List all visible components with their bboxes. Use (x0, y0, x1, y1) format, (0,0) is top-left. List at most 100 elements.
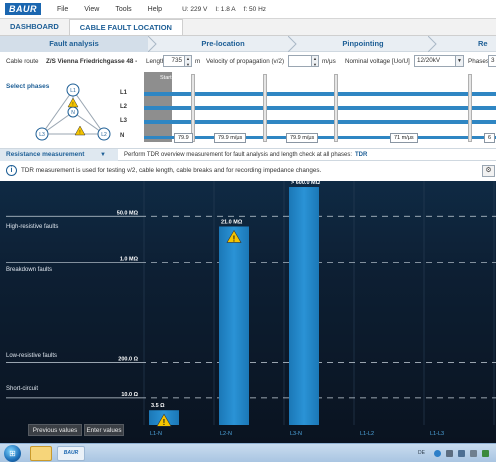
tdr-link[interactable]: TDR (355, 152, 367, 158)
velocity-box-section-3[interactable]: 79.9 m/μs (286, 133, 319, 143)
menu-help[interactable]: Help (148, 6, 162, 13)
step-arrow-2 (288, 36, 297, 52)
threshold-label: 10.0 Ω (121, 392, 138, 398)
resistance-chart-svg: 50.0 MΩ1.0 MΩ200.0 Ω10.0 Ω 3.5 Ω!L1-N21.… (0, 181, 496, 443)
line-label-n: N (120, 133, 125, 139)
help-icon[interactable] (434, 450, 441, 457)
menu-bar: BAUR File View Tools Help U: 229 V I: 1.… (0, 0, 496, 19)
main-tabs: DASHBOARD CABLE FAULT LOCATION (0, 19, 496, 36)
network-icon[interactable] (458, 450, 465, 457)
folder-icon[interactable] (30, 446, 52, 461)
previous-values-button[interactable]: Previous values (28, 424, 82, 436)
joint-marker[interactable] (263, 74, 267, 142)
velocity-box-section-1[interactable]: 79.9 (174, 133, 193, 143)
phase-node-l1-label: L1 (70, 88, 76, 94)
bar-value-label: 3.5 Ω (151, 403, 165, 409)
phase-node-n-label: N (71, 110, 75, 116)
start-button[interactable]: ⊞ (4, 445, 21, 462)
category-label: L2-N (220, 431, 232, 437)
bar-value-label: 21.0 MΩ (221, 219, 243, 225)
zone-label-short-circuit: Short-circuit (6, 386, 39, 392)
length-stepper[interactable]: ▲ ▼ (185, 55, 192, 67)
step-fault-analysis[interactable]: Fault analysis (0, 36, 148, 52)
language-indicator[interactable]: DE (418, 450, 425, 456)
phase-node-l2[interactable]: L2 (97, 127, 111, 141)
phase-node-l3[interactable]: L3 (35, 127, 49, 141)
cable-route-label: Cable route (6, 58, 39, 65)
zone-label-high-resistive: High-resistive faults (6, 224, 59, 230)
voltage-readout: U: 229 V (182, 5, 208, 13)
cable-line-l2 (144, 106, 496, 110)
phase-node-n[interactable]: N (67, 106, 79, 118)
menu-view[interactable]: View (84, 6, 99, 13)
length-input[interactable]: 735 (163, 55, 185, 67)
nominal-voltage-label: Nominal voltage [Uo/U] (345, 58, 410, 65)
tab-dashboard[interactable]: DASHBOARD (0, 19, 69, 35)
chevron-down-icon[interactable]: ▼ (100, 149, 106, 161)
gear-icon[interactable]: ⚙ (482, 165, 495, 177)
line-label-l2: L2 (120, 104, 128, 110)
zone-label-breakdown: Breakdown faults (6, 267, 53, 273)
system-tray: DE (418, 447, 494, 460)
velocity-stepper[interactable]: ▲ ▼ (312, 55, 319, 67)
zone-label-low-resistive: Low-resistive faults (6, 353, 58, 359)
velocity-box-section-5[interactable]: 6 (484, 133, 496, 143)
speaker-icon[interactable] (470, 450, 477, 457)
length-unit: m (195, 58, 201, 65)
phase-diagram[interactable]: L1 L3 L2 N ! ! (28, 82, 118, 144)
warning-icon: ! (74, 125, 86, 136)
info-icon: i (6, 165, 17, 176)
phases-input[interactable]: 3 (488, 55, 496, 67)
cable-line-n (144, 136, 496, 139)
svg-text:!: ! (79, 130, 80, 136)
cable-route-value[interactable]: Z/S Vienna Friedrichgasse 48 - (46, 58, 137, 65)
info-row: i TDR measurement is used for testing v/… (0, 161, 496, 181)
start-label: Start (160, 75, 172, 81)
velocity-label: Velocity of propagation (v/2) (206, 58, 285, 65)
frequency-readout: f: 50 Hz (243, 5, 267, 13)
resistance-bar-l2-n (219, 226, 249, 425)
line-label-l3: L3 (120, 118, 128, 124)
phases-label: Phases (468, 58, 490, 65)
joint-marker[interactable] (191, 74, 195, 142)
joint-marker[interactable] (334, 74, 338, 142)
threshold-label: 200.0 Ω (118, 357, 138, 363)
phase-panel: Select phases L1 L3 L2 N ! ! Start L1 L2… (0, 72, 496, 148)
velocity-unit: m/μs (322, 58, 336, 65)
step-pre-location[interactable]: Pre-location (158, 36, 288, 52)
enter-values-button[interactable]: Enter values (84, 424, 124, 436)
joint-marker[interactable] (468, 74, 472, 142)
phase-node-l1[interactable]: L1 (66, 83, 80, 97)
nominal-voltage-select[interactable]: 12/20kV (414, 55, 456, 67)
cable-line-l3 (144, 120, 496, 124)
velocity-box-section-2[interactable]: 79.9 m/μs (214, 133, 247, 143)
resistance-bar-l3-n (289, 187, 319, 425)
chevron-down-icon[interactable]: ▼ (456, 55, 464, 67)
phase-node-l2-label: L2 (101, 132, 107, 138)
flag-icon[interactable] (446, 450, 453, 457)
warning-icon: ! (67, 97, 79, 108)
taskbar-app-baur[interactable]: BAUR (57, 446, 85, 461)
info-text: TDR measurement is used for testing v/2,… (21, 167, 322, 174)
step-pinpointing[interactable]: Pinpointing (298, 36, 428, 52)
tab-cable-fault-location[interactable]: CABLE FAULT LOCATION (68, 19, 183, 35)
step-next-truncated[interactable]: Re (478, 36, 496, 52)
menu-file[interactable]: File (57, 6, 68, 13)
category-label: L1-N (150, 431, 162, 437)
menu-tools[interactable]: Tools (115, 6, 131, 13)
power-icon[interactable] (482, 450, 489, 457)
line-label-l1: L1 (120, 90, 128, 96)
warning-icon-glyph: ! (233, 234, 236, 243)
phase-node-l3-label: L3 (39, 132, 45, 138)
threshold-label: 50.0 MΩ (117, 210, 139, 216)
step-arrow-1 (148, 36, 157, 52)
resistance-chart: 50.0 MΩ 1.0 MΩ 200.0 Ω 10.0 Ω 3.5 Ω! L1-N 21.… (0, 181, 496, 443)
velocity-box-section-4[interactable]: 71 m/μs (390, 133, 418, 143)
windows-icon: ⊞ (9, 449, 16, 458)
windows-taskbar: ⊞ BAUR DE (0, 443, 496, 462)
svg-text:!: ! (72, 102, 73, 108)
velocity-input[interactable] (288, 55, 312, 67)
measurement-hint-text: Perform TDR overview measurement for fau… (124, 152, 352, 158)
measurement-hint: Perform TDR overview measurement for fau… (124, 149, 367, 161)
warning-icon-glyph: ! (163, 418, 166, 427)
